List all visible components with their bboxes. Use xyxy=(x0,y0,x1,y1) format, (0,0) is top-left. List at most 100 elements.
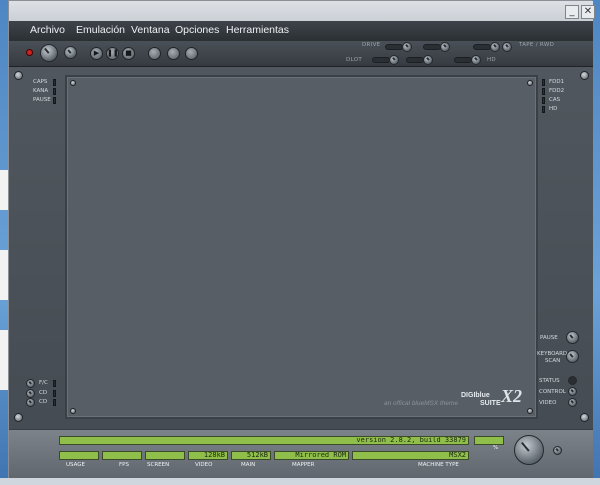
pause-control-knob-icon[interactable] xyxy=(566,331,579,344)
fdd1-led xyxy=(542,79,545,86)
keyboard-control-label: KEYBOARD xyxy=(537,351,568,357)
machine-type-display: MSX2 xyxy=(352,451,469,460)
cart-2-slot[interactable] xyxy=(406,57,424,63)
fc-knob-icon[interactable] xyxy=(26,379,35,388)
cart-1-knob-icon[interactable] xyxy=(389,55,399,65)
balance-knob-icon[interactable] xyxy=(553,446,562,455)
screw-icon xyxy=(14,413,23,422)
cart-1-slot[interactable] xyxy=(372,57,390,63)
fdd1-label: FDD1 xyxy=(549,79,565,85)
drive-a-slot[interactable] xyxy=(385,44,403,50)
menu-ventana[interactable]: Ventana xyxy=(131,24,170,36)
cart-2-knob-icon[interactable] xyxy=(423,55,433,65)
menu-archivo[interactable]: Archivo xyxy=(30,24,65,36)
play-button[interactable]: ▶ xyxy=(90,47,103,60)
machine-type-label: MACHINE TYPE xyxy=(418,462,459,468)
main-label: MAIN xyxy=(241,462,256,468)
video-status-label: VIDEO xyxy=(195,462,213,468)
fdd2-label: FDD2 xyxy=(549,88,565,94)
cas-led xyxy=(542,97,545,104)
screw-icon xyxy=(580,413,589,422)
tape-label: TAPE / RWD xyxy=(519,42,555,48)
status-label: STATUS xyxy=(539,378,560,384)
help-button[interactable] xyxy=(185,47,198,60)
fc-led xyxy=(53,380,56,387)
screen-label: SCREEN xyxy=(147,462,170,468)
fps-label: FPS xyxy=(119,462,129,468)
screen-screw-icon xyxy=(70,408,76,414)
pause-button[interactable]: ❚❚ xyxy=(106,47,119,60)
bluemsx-window: _ ✕ Archivo Emulación Ventana Opciones H… xyxy=(8,0,595,479)
reset-knob-icon[interactable] xyxy=(64,46,77,59)
hd-slot[interactable] xyxy=(454,57,472,63)
fc-label: F/C xyxy=(39,380,48,386)
close-button[interactable]: ✕ xyxy=(581,5,595,19)
usage-display xyxy=(59,451,99,460)
cd-led xyxy=(53,390,56,397)
drive-a-knob-icon[interactable] xyxy=(402,42,412,52)
title-bar[interactable]: _ ✕ xyxy=(9,1,595,23)
screen-screw-icon xyxy=(527,80,533,86)
hd-label: HD xyxy=(487,57,496,63)
mapper-display: Mirrored ROM xyxy=(274,451,349,460)
drive-label: DRIVE xyxy=(362,42,381,48)
hd-knob-icon[interactable] xyxy=(471,55,481,65)
video-toggle-icon[interactable] xyxy=(568,398,577,407)
tape-knob-icon[interactable] xyxy=(490,42,500,52)
volume-knob-icon[interactable] xyxy=(514,435,544,465)
kana-led-label: KANA xyxy=(33,88,49,94)
menu-emulacion[interactable]: Emulación xyxy=(76,24,125,36)
mapper-label: MAPPER xyxy=(292,462,315,468)
keyboard-scan-label: SCAN xyxy=(545,358,561,364)
version-display: version 2.8.2, build 33879 xyxy=(59,436,469,445)
volume-symbol: % xyxy=(493,445,499,451)
drive-b-knob-icon[interactable] xyxy=(440,42,450,52)
volume-meter xyxy=(474,436,504,445)
brand-x2-logo: X2 xyxy=(501,386,523,406)
power-knob-icon[interactable] xyxy=(40,44,58,62)
tool-button[interactable] xyxy=(167,47,180,60)
caps-led-label: CAPS xyxy=(33,79,48,85)
screen-screw-icon xyxy=(527,408,533,414)
tape-rewind-icon[interactable] xyxy=(502,42,512,52)
brand-tagline: an offical blueMSX theme xyxy=(384,400,459,407)
fdd2-led xyxy=(542,88,545,95)
brand-suite: SUITE xyxy=(480,400,501,407)
hd-led xyxy=(542,106,545,113)
usage-label: USAGE xyxy=(66,462,86,468)
emulator-screen[interactable] xyxy=(65,75,538,419)
stop-button[interactable]: ■ xyxy=(122,47,135,60)
pause-led xyxy=(53,97,56,104)
video-display: 128kB xyxy=(188,451,228,460)
caps-led xyxy=(53,79,56,86)
cd2-led xyxy=(53,399,56,406)
keyboard-control-knob-icon[interactable] xyxy=(566,350,579,363)
control-label: CONTROL xyxy=(539,389,566,395)
power-led-icon xyxy=(26,49,33,56)
main-display: 512kB xyxy=(231,451,271,460)
control-toggle-icon[interactable] xyxy=(568,387,577,396)
screen-screw-icon xyxy=(70,80,76,86)
drive-b-slot[interactable] xyxy=(423,44,441,50)
screw-icon xyxy=(14,71,23,80)
cd-knob-icon[interactable] xyxy=(26,389,35,398)
cd-label: CD xyxy=(39,390,48,396)
menu-herramientas[interactable]: Herramientas xyxy=(226,24,289,36)
cd2-label: CD xyxy=(39,399,48,405)
dlot-label: DLOT xyxy=(346,57,362,63)
speed-button[interactable] xyxy=(148,47,161,60)
brand-digiblue: DIGIblue xyxy=(461,392,490,399)
screw-icon xyxy=(580,71,589,80)
cd2-knob-icon[interactable] xyxy=(26,398,35,407)
kana-led xyxy=(53,88,56,95)
hd-led-label: HD xyxy=(549,106,558,112)
menu-opciones[interactable]: Opciones xyxy=(175,24,219,36)
fps-display xyxy=(102,451,142,460)
video-label: VIDEO xyxy=(539,400,557,406)
tape-slot[interactable] xyxy=(473,44,491,50)
pause-led-label: PAUSE xyxy=(33,97,51,103)
menu-bar: Archivo Emulación Ventana Opciones Herra… xyxy=(9,21,593,41)
status-toggle-icon[interactable] xyxy=(568,376,577,385)
minimize-button[interactable]: _ xyxy=(565,5,579,19)
taskbar xyxy=(0,478,600,485)
